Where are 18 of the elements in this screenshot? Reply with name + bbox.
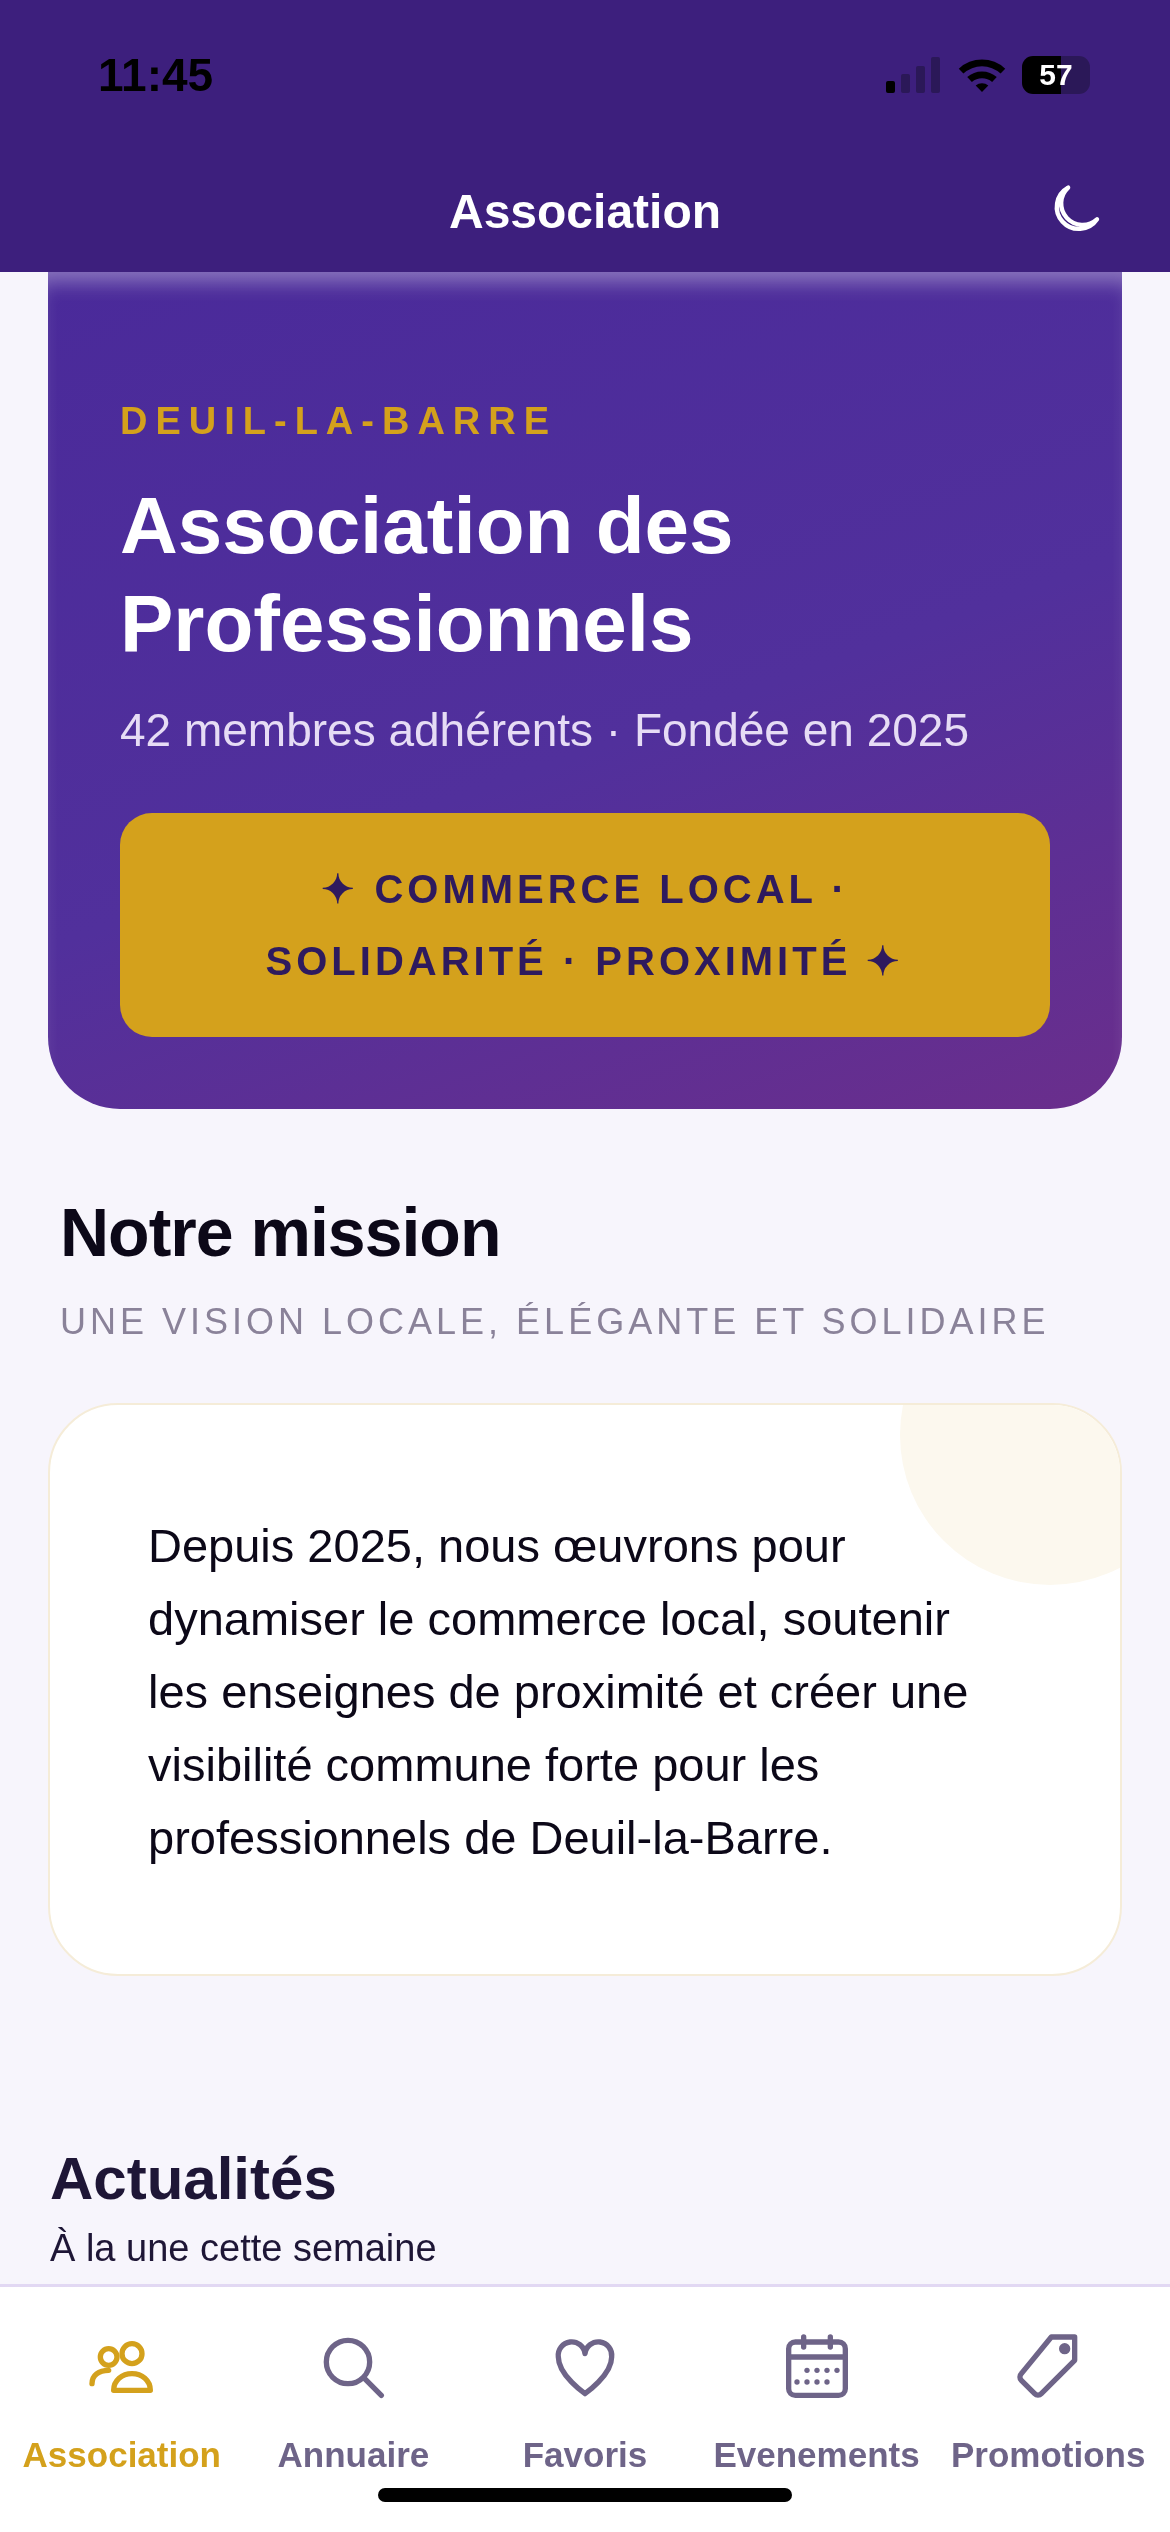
hero-title: Association des Professionnels bbox=[120, 480, 735, 670]
hero-city: DEUIL-LA-BARRE bbox=[120, 400, 559, 443]
header-title: Association bbox=[448, 183, 722, 239]
hero-subtitle: 42 membres adhérents · Fondée en 2025 bbox=[120, 703, 970, 757]
status-time: 11:45 bbox=[98, 48, 214, 102]
motto-banner: ✦ COMMERCE LOCAL · SOLIDARITÉ · PROXIMITÉ ✦ bbox=[120, 813, 1050, 1037]
tab-bar-item[interactable]: Promotions bbox=[932, 2327, 1164, 2532]
tab-bar-item[interactable]: Favoris bbox=[469, 2327, 701, 2532]
section-title: Actualités bbox=[50, 2144, 338, 2213]
battery-level: 57 bbox=[1039, 58, 1073, 92]
section-title: Notre mission bbox=[60, 1193, 502, 1271]
tab-bar-item[interactable]: Annuaire bbox=[237, 2327, 470, 2532]
mission-text: Depuis 2025, nous œuvrons pour dynamiser le commerce local, soutenir les enseignes de proximité et créer une visibilité commune forte pour les professionnels de Deuil-la-Barre. bbox=[148, 1518, 970, 1866]
section-subtitle: À la une cette semaine bbox=[50, 2227, 438, 2270]
section-subtitle: UNE VISION LOCALE, ÉLÉGANTE ET SOLIDAIRE bbox=[60, 1301, 1051, 1343]
wifi-icon bbox=[956, 56, 1008, 94]
tab-bar-item[interactable]: Evenements bbox=[700, 2327, 933, 2532]
signal-icon bbox=[886, 57, 942, 93]
